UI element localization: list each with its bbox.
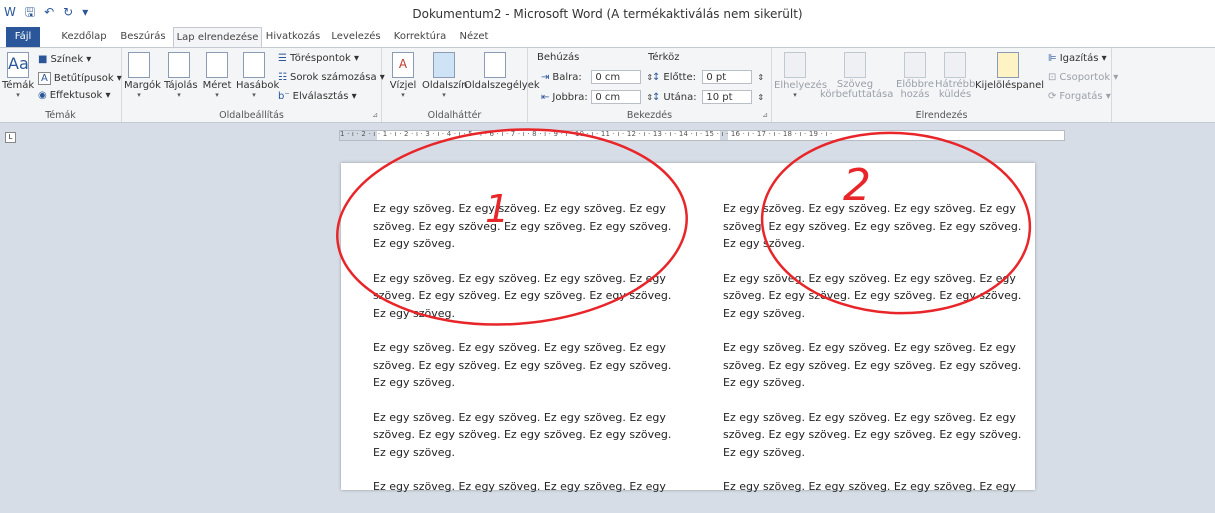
annotation-label-2: 2 [843, 160, 871, 211]
annotation-circle-2 [760, 131, 1032, 315]
annotation-label-1: 1 [485, 187, 509, 231]
annotation-circle-1 [336, 128, 688, 326]
annotation-overlay: 1 2 [336, 128, 1032, 326]
